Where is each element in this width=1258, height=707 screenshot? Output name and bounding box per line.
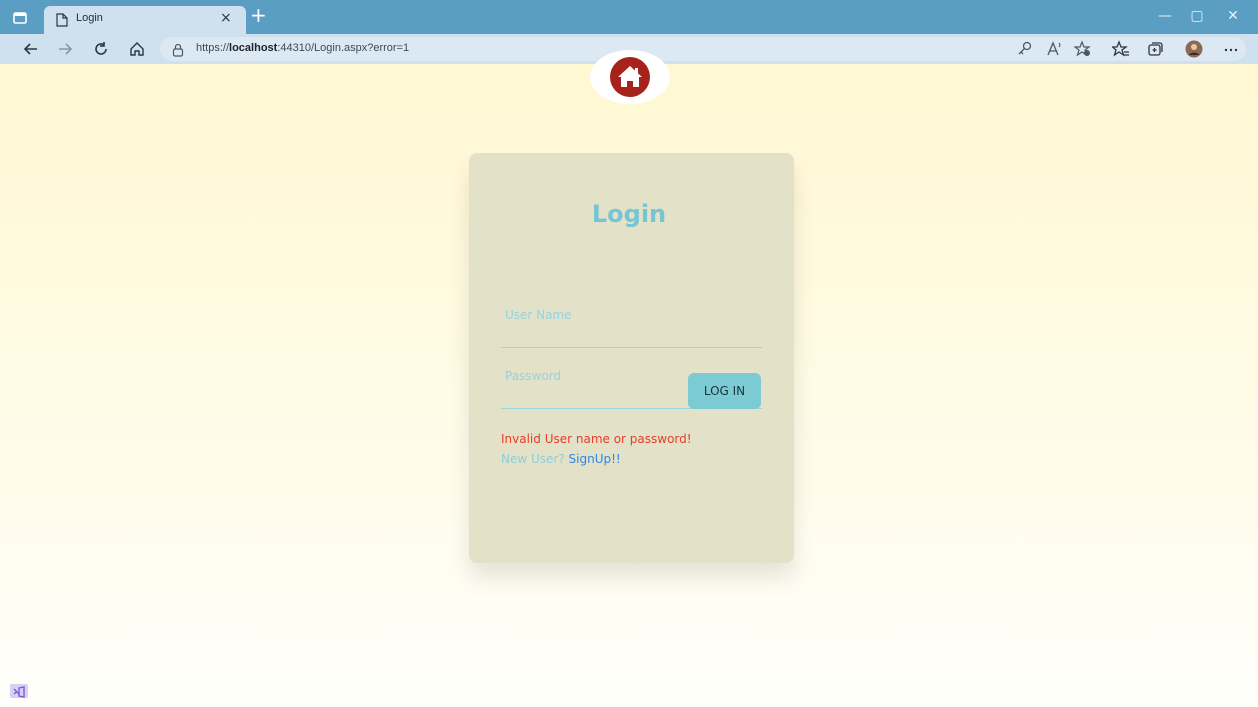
signup-link[interactable]: SignUp!!	[569, 452, 621, 466]
username-field: User Name	[501, 308, 762, 348]
signup-prefix: New User?	[501, 452, 565, 466]
visual-studio-icon[interactable]	[10, 684, 28, 698]
restore-icon[interactable]: ▢	[1188, 8, 1206, 26]
tab-title: Login	[76, 12, 103, 24]
signup-row: New User? SignUp!!	[501, 452, 621, 466]
sidebar-icon[interactable]	[12, 10, 28, 26]
close-window-icon[interactable]: ✕	[1224, 8, 1242, 26]
login-button[interactable]: LOG IN	[688, 373, 761, 409]
house-avatar	[590, 50, 670, 104]
forward-arrow-icon[interactable]	[56, 40, 74, 58]
error-message: Invalid User name or password!	[501, 432, 692, 446]
profile-icon[interactable]	[1185, 40, 1203, 58]
login-title: Login	[591, 200, 667, 228]
more-icon[interactable]	[1222, 40, 1240, 58]
minimize-icon[interactable]: —	[1156, 8, 1174, 26]
password-label: Password	[505, 369, 562, 383]
browser-tab-bar: Login × + — ▢ ✕	[0, 0, 1258, 34]
username-input[interactable]	[501, 326, 762, 348]
tab-page-icon	[56, 12, 68, 31]
key-icon[interactable]	[1016, 40, 1034, 58]
new-tab-icon[interactable]: +	[250, 4, 267, 26]
favorites-add-icon[interactable]	[1073, 40, 1092, 58]
home-icon[interactable]	[128, 40, 146, 58]
favorites-icon[interactable]	[1110, 40, 1130, 58]
house-icon	[610, 57, 650, 97]
collections-icon[interactable]	[1146, 40, 1164, 58]
tab-close-icon[interactable]: ×	[220, 10, 232, 26]
refresh-icon[interactable]	[92, 40, 110, 58]
username-label: User Name	[505, 308, 572, 322]
back-arrow-icon[interactable]	[22, 40, 40, 58]
browser-tab[interactable]: Login ×	[44, 6, 246, 34]
lock-icon[interactable]	[172, 42, 184, 61]
url-text: https://localhost:44310/Login.aspx?error…	[196, 42, 410, 54]
read-aloud-icon[interactable]	[1046, 40, 1064, 58]
